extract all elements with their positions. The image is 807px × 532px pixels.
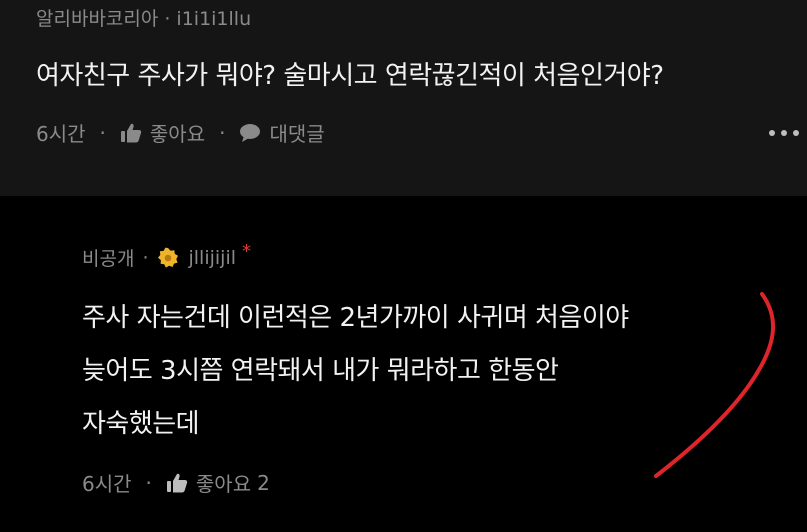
thumbs-up-icon[interactable] xyxy=(166,473,188,493)
reply-comment-button[interactable]: 대댓글 xyxy=(269,118,324,147)
post-meta: 알리바바코리아 · i1i1i1llu xyxy=(36,4,251,31)
post-actions: 6시간 · 좋아요 · 대댓글 xyxy=(36,118,325,147)
reply-badge: * xyxy=(242,241,252,262)
meta-separator: · xyxy=(142,246,149,269)
action-separator: · xyxy=(99,120,106,145)
action-separator: · xyxy=(145,470,152,495)
reply-actions: 6시간 · 좋아요 2 xyxy=(82,468,270,497)
post-card: 알리바바코리아 · i1i1i1llu 여자친구 주사가 뭐야? 술마시고 연락끊긴… xyxy=(0,0,807,196)
thumbs-up-icon[interactable] xyxy=(120,123,142,143)
reply-line: 주사 자는건데 이런적은 2년가까이 사귀며 처음이야 xyxy=(82,303,629,333)
reply-author-group[interactable]: 비공개 xyxy=(82,244,134,271)
meta-separator: · xyxy=(164,8,171,30)
more-dot xyxy=(793,130,799,136)
like-count: 2 xyxy=(257,470,270,495)
comment-bubble-icon[interactable] xyxy=(239,123,261,143)
action-separator: · xyxy=(219,120,226,145)
reply-nickname[interactable]: jllijijil xyxy=(189,247,237,269)
reply-line: 늦어도 3시쯤 연락돼서 내가 뭐라하고 한동안 xyxy=(82,356,559,386)
reply-time: 6시간 xyxy=(82,472,132,496)
more-dots-icon[interactable] xyxy=(769,130,799,136)
reply-text[interactable]: 주사 자는건데 이런적은 2년가까이 사귀며 처음이야 늦어도 3시쯤 연락돼서… xyxy=(82,292,629,451)
avatar-badge-icon[interactable] xyxy=(157,247,179,269)
more-dot xyxy=(781,130,787,136)
post-title[interactable]: 여자친구 주사가 뭐야? 술마시고 연락끊긴적이 처음인거야? xyxy=(36,55,664,92)
more-dot xyxy=(769,130,775,136)
post-nickname[interactable]: i1i1i1llu xyxy=(176,8,251,30)
reply-like-button[interactable]: 좋아요 xyxy=(196,468,251,497)
reply-line: 자숙했는데 xyxy=(82,409,200,439)
post-like-button[interactable]: 좋아요 xyxy=(150,118,205,147)
reply-meta: 비공개 · jllijijil * xyxy=(82,241,252,271)
post-time: 6시간 xyxy=(36,122,86,146)
post-author-group[interactable]: 알리바바코리아 xyxy=(36,8,158,30)
